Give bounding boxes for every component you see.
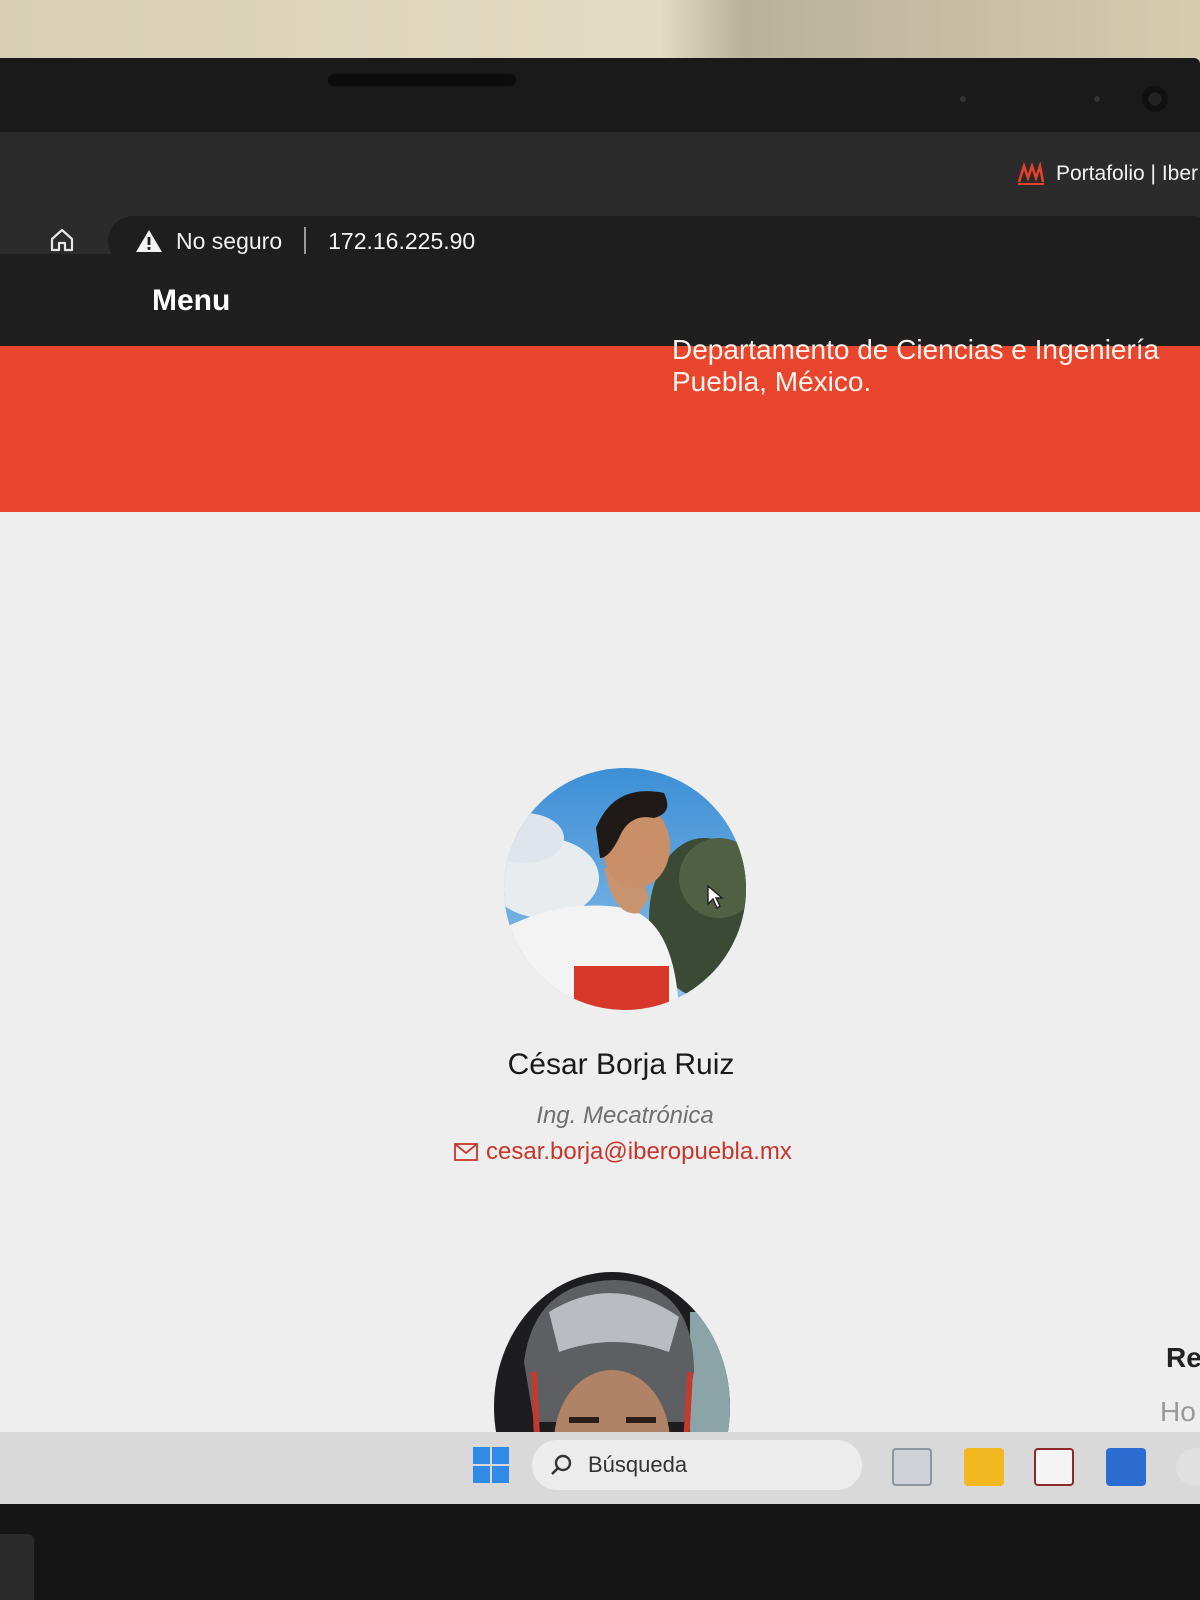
profile-email-link[interactable]: cesar.borja@iberopuebla.mx bbox=[454, 1138, 792, 1166]
hero-text: Departamento de Ciencias e Ingeniería Pu… bbox=[672, 334, 1159, 398]
windows-start-icon[interactable] bbox=[472, 1446, 510, 1484]
windows-taskbar: Búsqueda bbox=[0, 1432, 1200, 1504]
email-text[interactable]: cesar.borja@iberopuebla.mx bbox=[486, 1138, 792, 1166]
webcam bbox=[1142, 86, 1168, 112]
hero-line-department: Departamento de Ciencias e Ingeniería bbox=[672, 334, 1160, 365]
task-view-icon[interactable] bbox=[892, 1448, 932, 1486]
app-icon[interactable] bbox=[1034, 1448, 1074, 1486]
profile-role: Ing. Mecatrónica bbox=[536, 1102, 714, 1129]
warning-icon bbox=[136, 230, 162, 252]
mouse-cursor-icon bbox=[707, 884, 724, 910]
search-icon bbox=[551, 1454, 572, 1475]
browser-tabstrip: Portafolio | Iber bbox=[0, 132, 1200, 210]
chrome-icon[interactable] bbox=[1176, 1448, 1200, 1486]
home-button[interactable] bbox=[44, 222, 80, 258]
address-divider bbox=[304, 227, 307, 255]
browser-tab[interactable]: Portafolio | Iber bbox=[1016, 162, 1198, 186]
search-label: Búsqueda bbox=[588, 1452, 688, 1477]
section-heading: Re bbox=[1166, 1342, 1200, 1373]
taskbar-search[interactable]: Búsqueda bbox=[532, 1440, 862, 1490]
url-text[interactable]: 172.16.225.90 bbox=[328, 228, 475, 255]
screen: Portafolio | Iber No seguro 172.16.225.9… bbox=[0, 132, 1200, 1504]
word-icon[interactable] bbox=[1106, 1448, 1146, 1486]
keyboard-key bbox=[0, 1534, 34, 1600]
bezel-notch bbox=[328, 74, 516, 86]
hero-line-location: Puebla, México. bbox=[672, 366, 872, 397]
envelope-icon bbox=[454, 1143, 478, 1161]
security-status[interactable]: No seguro bbox=[176, 228, 282, 255]
menu-button[interactable]: Menu bbox=[152, 284, 230, 318]
home-icon bbox=[50, 228, 74, 252]
tab-title: Portafolio | Iber bbox=[1056, 162, 1199, 185]
profile-name: César Borja Ruiz bbox=[507, 1048, 735, 1081]
site-navbar: Menu bbox=[0, 254, 1200, 346]
keyboard-deck bbox=[0, 1504, 1200, 1600]
ibero-logo-icon bbox=[1016, 162, 1046, 186]
mic-dot bbox=[960, 96, 966, 102]
hero-banner: Departamento de Ciencias e Ingeniería Pu… bbox=[0, 334, 1200, 512]
team-section: César Borja Ruiz Ing. Mecatrónica cesar.… bbox=[0, 512, 1200, 1504]
section-text-line: Ho bbox=[1160, 1396, 1196, 1427]
mic-dot bbox=[1094, 96, 1100, 102]
file-explorer-icon[interactable] bbox=[964, 1448, 1004, 1486]
